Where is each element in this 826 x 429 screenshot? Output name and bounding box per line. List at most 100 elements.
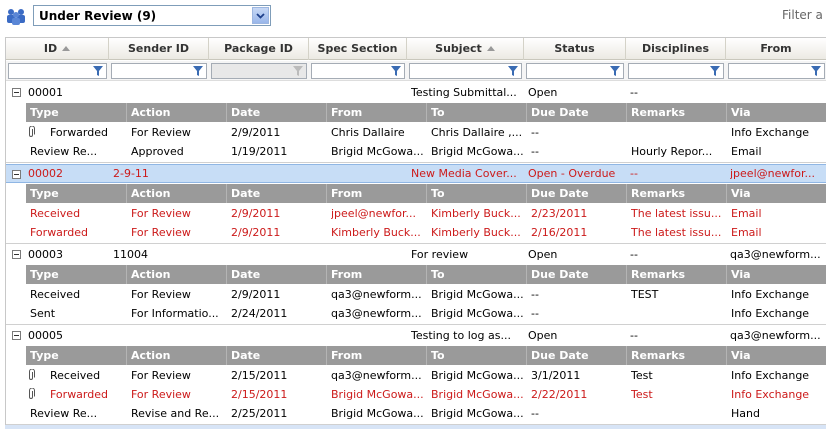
cell-date: 2/9/2011 <box>231 207 281 220</box>
column-header-row: ID Sender ID Package ID Spec Section Subject… <box>6 38 826 60</box>
group-separator <box>6 243 826 244</box>
filter-input-disciplines[interactable] <box>628 63 724 79</box>
cell-type: Received <box>30 288 81 301</box>
detail-row[interactable]: Received For Review 2/9/2011 jpeel@newfor..… <box>26 204 826 223</box>
cell-subject: Testing Submittal... <box>411 86 517 99</box>
column-header-label: ID <box>43 42 58 55</box>
cell-due: 2/22/2011 <box>531 388 588 401</box>
group-row-00005[interactable]: 00005 Testing to log as... Open -- qa3@newfo… <box>6 326 826 345</box>
detail-row[interactable]: Sent For Informatio... 2/24/2011 qa3@newfor… <box>26 304 826 323</box>
column-header-disciplines[interactable]: Disciplines <box>626 38 726 60</box>
cell-via: Info Exchange <box>731 288 810 301</box>
detail-header-from: From <box>327 265 427 284</box>
detail-header-action: Action <box>127 184 227 203</box>
detail-row[interactable]: Review Re... Revise and Re... 2/25/2011 Bri… <box>26 404 826 423</box>
paperclip-icon[interactable] <box>27 369 35 381</box>
chevron-down-icon[interactable] <box>252 7 269 24</box>
detail-header-from: From <box>327 184 427 203</box>
column-header-from[interactable]: From <box>726 38 826 60</box>
cell-to: Brigid McGowa... <box>431 407 524 420</box>
detail-row[interactable]: Received For Review 2/9/2011 qa3@newform...… <box>26 285 826 304</box>
cell-from: qa3@newform... <box>331 307 422 320</box>
sort-ascending-icon <box>486 46 495 51</box>
group-separator <box>6 324 826 325</box>
filter-funnel-icon[interactable] <box>609 65 621 77</box>
column-header-package[interactable]: Package ID <box>209 38 309 60</box>
detail-header-remarks: Remarks <box>627 346 727 365</box>
collapse-icon[interactable] <box>12 88 21 97</box>
cell-date: 2/25/2011 <box>231 407 288 420</box>
filter-input-status[interactable] <box>526 63 624 79</box>
toolbar: Under Review (9) Filter a <box>0 0 826 33</box>
cell-from: jpeel@newfor... <box>331 207 416 220</box>
filter-input-from[interactable] <box>728 63 825 79</box>
cell-action: For Review <box>131 388 191 401</box>
cell-to: Brigid McGowa... <box>431 307 524 320</box>
cell-status: Open <box>528 329 558 342</box>
horizontal-scrollbar[interactable] <box>5 425 826 429</box>
detail-header-via: Via <box>727 346 826 365</box>
filter-input-spec[interactable] <box>311 63 405 79</box>
cell-type: Received <box>30 207 81 220</box>
cell-sender: 11004 <box>113 248 148 261</box>
detail-row[interactable]: Forwarded For Review 2/15/2011 Brigid McGow… <box>26 385 826 404</box>
collapse-icon[interactable] <box>12 170 21 179</box>
cell-from: jpeel@newfor... <box>730 167 815 180</box>
column-header-sender[interactable]: Sender ID <box>109 38 209 60</box>
view-select[interactable]: Under Review (9) <box>33 5 271 26</box>
cell-date: 2/15/2011 <box>231 369 288 382</box>
collapse-icon[interactable] <box>12 331 21 340</box>
cell-to: Brigid McGowa... <box>431 388 524 401</box>
cell-date: 1/19/2011 <box>231 145 288 158</box>
filter-funnel-icon[interactable] <box>810 65 822 77</box>
detail-header-date: Date <box>227 103 327 122</box>
group-row-00003[interactable]: 00003 11004 For review Open -- qa3@newform... <box>6 245 826 264</box>
group-row-00001[interactable]: 00001 Testing Submittal... Open -- <box>6 83 826 102</box>
sort-ascending-icon <box>62 46 71 51</box>
column-header-status[interactable]: Status <box>524 38 626 60</box>
cell-from: qa3@newform... <box>331 369 422 382</box>
cell-action: For Review <box>131 207 191 220</box>
detail-header-date: Date <box>227 265 327 284</box>
column-header-spec[interactable]: Spec Section <box>309 38 407 60</box>
detail-header-action: Action <box>127 265 227 284</box>
collapse-icon[interactable] <box>12 250 21 259</box>
filter-funnel-icon[interactable] <box>709 65 721 77</box>
detail-row[interactable]: Forwarded For Review 2/9/2011 Kimberly Buck… <box>26 223 826 242</box>
cell-from: qa3@newform... <box>331 288 422 301</box>
cell-from: Kimberly Buck... <box>331 226 421 239</box>
cell-status: Open <box>528 248 558 261</box>
cell-to: Kimberly Buck... <box>431 226 521 239</box>
filter-input-subject[interactable] <box>409 63 522 79</box>
detail-row[interactable]: Review Re... Approved 1/19/2011 Brigid McGo… <box>26 142 826 161</box>
filter-funnel-icon[interactable] <box>292 65 304 77</box>
filter-funnel-icon[interactable] <box>507 65 519 77</box>
filter-input-id[interactable] <box>8 63 107 79</box>
cell-via: Hand <box>731 407 760 420</box>
detail-header-via: Via <box>727 265 826 284</box>
filter-funnel-icon[interactable] <box>390 65 402 77</box>
column-header-subject[interactable]: Subject <box>407 38 524 60</box>
people-group-icon[interactable] <box>6 7 26 25</box>
cell-due: -- <box>531 307 539 320</box>
column-header-label: From <box>760 42 792 55</box>
cell-subject: For review <box>411 248 469 261</box>
detail-row[interactable]: Received For Review 2/15/2011 qa3@newform..… <box>26 366 826 385</box>
filter-input-sender[interactable] <box>111 63 207 79</box>
paperclip-icon[interactable] <box>27 126 35 138</box>
cell-due: -- <box>531 288 539 301</box>
cell-to: Brigid McGowa... <box>431 369 524 382</box>
detail-header-due: Due Date <box>527 265 627 284</box>
detail-row[interactable]: Forwarded For Review 2/9/2011 Chris Dallair… <box>26 123 826 142</box>
column-header-id[interactable]: ID <box>6 38 109 60</box>
cell-action: For Informatio... <box>131 307 219 320</box>
filter-funnel-icon[interactable] <box>92 65 104 77</box>
detail-header-date: Date <box>227 346 327 365</box>
detail-header-type: Type <box>26 265 127 284</box>
cell-type: Forwarded <box>50 388 108 401</box>
cell-due: 2/23/2011 <box>531 207 588 220</box>
paperclip-icon[interactable] <box>27 388 35 400</box>
filter-funnel-icon[interactable] <box>192 65 204 77</box>
group-row-00002[interactable]: 00002 2-9-11 New Media Cover... Open - Over… <box>6 164 826 183</box>
detail-header-to: To <box>427 184 527 203</box>
